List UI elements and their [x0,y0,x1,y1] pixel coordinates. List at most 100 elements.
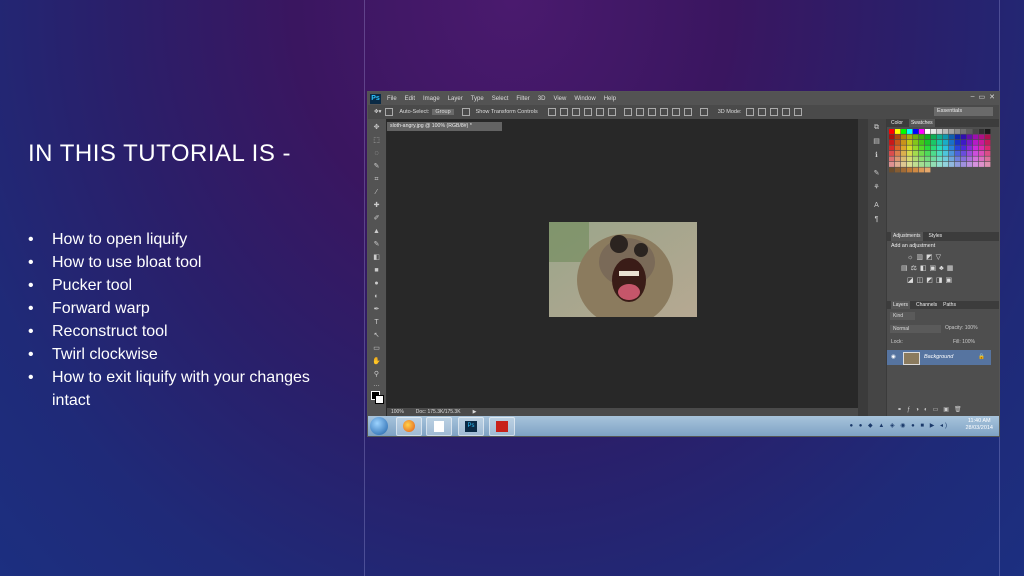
color-swatch[interactable] [949,140,955,145]
color-swatch[interactable] [961,140,967,145]
color-swatch[interactable] [985,151,991,156]
color-swatch[interactable] [979,134,985,140]
blur-tool-icon[interactable]: ● [372,279,381,288]
tab-color[interactable]: Color [891,119,903,127]
color-swatch[interactable] [943,156,949,162]
eye-icon[interactable]: ◉ [891,354,896,360]
menu-layer[interactable]: Layer [448,96,463,102]
color-swatch[interactable] [979,156,985,162]
adjustment-icons-row-1[interactable]: ☼▥◩▽ [907,253,944,261]
color-swatch[interactable] [973,151,979,156]
path-select-tool-icon[interactable]: ↖ [372,331,381,340]
close-button[interactable]: ✕ [989,93,995,101]
color-swatch[interactable] [889,140,895,145]
color-swatch[interactable] [937,162,943,167]
color-swatch[interactable] [955,129,961,134]
history-panel-icon[interactable]: ⧉ [872,123,881,132]
zoom-tool-icon[interactable]: ⚲ [372,370,381,379]
color-swatch[interactable] [889,129,895,134]
3d-rotate-icon[interactable] [745,108,754,116]
brush-panel-icon[interactable]: ✎ [872,169,881,178]
color-swatch[interactable] [931,156,937,162]
color-swatch[interactable] [961,134,967,140]
status-menu-arrow-icon[interactable]: ▶ [473,408,477,416]
color-swatch[interactable] [925,156,931,162]
color-swatch[interactable] [943,140,949,145]
properties-panel-icon[interactable]: ▤ [872,137,881,146]
color-swatch[interactable] [925,140,931,145]
color-swatch[interactable] [919,140,925,145]
color-swatch[interactable] [913,156,919,162]
color-swatch[interactable] [955,151,961,156]
color-swatch[interactable] [967,129,973,134]
color-swatch[interactable] [955,134,961,140]
color-swatch[interactable] [901,162,907,167]
color-swatch[interactable] [889,151,895,156]
character-panel-icon[interactable]: A [872,201,881,210]
color-swatch[interactable] [901,134,907,140]
color-swatch[interactable] [949,145,955,151]
layers-footer-icons[interactable]: ⚭ƒ◑◐▭▣🗑 [897,406,967,413]
workspace-select[interactable]: Essentials [934,107,993,116]
group-select[interactable]: Group [432,109,454,115]
color-swatch[interactable] [907,140,913,145]
color-swatch[interactable] [931,151,937,156]
3d-scale-icon[interactable] [793,108,802,116]
color-swatch[interactable] [895,167,901,173]
color-swatch[interactable] [973,134,979,140]
color-swatch[interactable] [985,156,991,162]
color-swatch[interactable] [907,162,913,167]
color-swatch[interactable] [901,140,907,145]
color-swatch[interactable] [913,140,919,145]
color-swatch[interactable] [979,162,985,167]
maximize-button[interactable]: ▭ [979,93,986,101]
color-swatch[interactable] [901,145,907,151]
color-swatch[interactable] [895,151,901,156]
color-swatch[interactable] [979,145,985,151]
color-swatch[interactable] [949,156,955,162]
color-swatch[interactable] [985,162,991,167]
color-swatch[interactable] [919,167,925,173]
color-swatch[interactable] [943,134,949,140]
quick-select-tool-icon[interactable]: ✎ [372,162,381,171]
tab-layers[interactable]: Layers [891,301,911,309]
shape-tool-icon[interactable]: ▭ [372,344,381,353]
color-swatch[interactable] [907,129,913,134]
color-swatch[interactable] [889,167,895,173]
align-middle-icon[interactable] [559,108,568,116]
eraser-tool-icon[interactable]: ◧ [372,253,381,262]
color-swatch[interactable] [901,151,907,156]
pen-tool-icon[interactable]: ✒ [372,305,381,314]
firefox-taskbar-button[interactable] [396,417,422,436]
color-swatch[interactable] [967,145,973,151]
color-swatch[interactable] [943,145,949,151]
tab-channels[interactable]: Channels [916,301,937,309]
color-swatch[interactable] [955,156,961,162]
tab-swatches[interactable]: Swatches [908,119,935,127]
color-swatch[interactable] [949,151,955,156]
color-swatch[interactable] [919,145,925,151]
color-swatch[interactable] [967,162,973,167]
transform-checkbox[interactable] [461,108,470,116]
menu-type[interactable]: Type [471,96,484,102]
swatches-grid[interactable] [889,129,993,177]
color-swatch[interactable] [985,140,991,145]
color-swatch[interactable] [973,162,979,167]
menu-filter[interactable]: Filter [516,96,529,102]
color-swatch[interactable] [943,129,949,134]
color-swatch[interactable] [949,162,955,167]
color-swatch[interactable] [979,151,985,156]
acrobat-taskbar-button[interactable] [489,417,515,436]
color-swatch[interactable] [961,129,967,134]
color-swatch[interactable] [895,140,901,145]
adjustment-icons-row-2[interactable]: ▤⚖◧▣♣▦ [901,264,956,272]
color-swatch[interactable] [937,134,943,140]
color-swatch[interactable] [913,129,919,134]
layer-row-background[interactable]: ◉ Background 🔒 [887,350,991,365]
history-brush-tool-icon[interactable]: ✎ [372,240,381,249]
auto-align-icon[interactable] [699,108,708,116]
color-swatch[interactable] [907,134,913,140]
color-swatch[interactable] [973,145,979,151]
color-swatch[interactable] [919,156,925,162]
info-panel-icon[interactable]: ℹ [872,151,881,160]
